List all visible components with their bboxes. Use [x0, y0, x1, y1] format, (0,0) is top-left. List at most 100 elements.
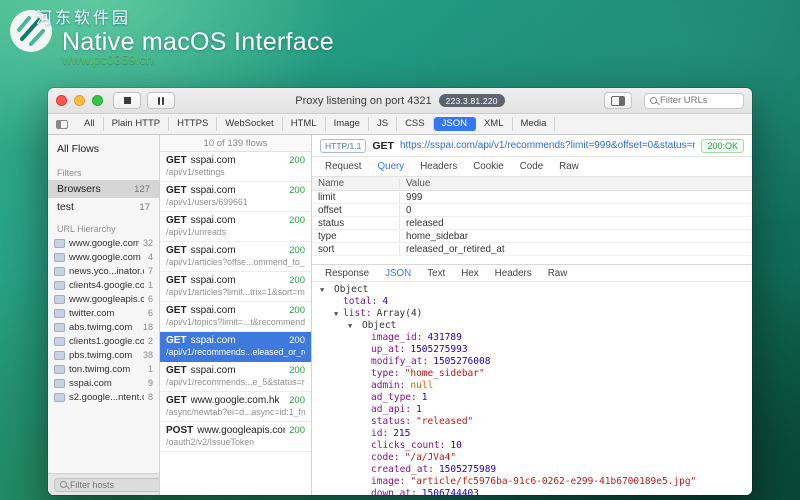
toggle-sidebar-button[interactable] [604, 92, 632, 109]
json-key: image [371, 476, 405, 487]
filter-tab[interactable]: CSS [397, 117, 434, 131]
url-icon [54, 252, 65, 262]
json-tree-row[interactable]: ▼modify_at1505276008 [312, 356, 752, 368]
json-tree-row[interactable]: ▼id215 [312, 428, 752, 440]
filter-tab[interactable]: Media [513, 117, 556, 131]
flow-row[interactable]: GET sspai.com 200 /api/v1/users/699661 [160, 182, 311, 212]
response-tab[interactable]: Hex [454, 266, 485, 281]
zoom-button[interactable] [92, 95, 103, 106]
query-rows: limit 999 offset 0 status released type … [312, 191, 752, 256]
host-label: news.yco...inator.com [69, 265, 144, 277]
query-row[interactable]: sort released_or_retired_at [312, 243, 752, 256]
json-tree-row[interactable]: ▼adminnull [312, 380, 752, 392]
query-row[interactable]: type home_sidebar [312, 230, 752, 243]
pause-recording-button[interactable] [147, 92, 175, 109]
flow-row[interactable]: POST www.googleapis.com 200 /oauth2/v2/I… [160, 422, 311, 452]
sidebar-item-all-flows[interactable]: All Flows [48, 138, 159, 160]
filter-urls-input[interactable] [660, 95, 738, 106]
sidebar-host-item[interactable]: abs.twimg.com 18 [48, 320, 159, 334]
json-tree-row[interactable]: ▼code"/a/JVa4" [312, 452, 752, 464]
flow-row[interactable]: GET www.google.com.hk 200 /async/newtab?… [160, 392, 311, 422]
query-row[interactable]: limit 999 [312, 191, 752, 204]
host-count: 18 [142, 322, 153, 332]
filter-item[interactable]: test 17 [48, 198, 159, 216]
filter-tab[interactable]: HTML [283, 117, 326, 131]
sidebar-host-item[interactable]: www.google.com 4 [48, 250, 159, 264]
filter-tab[interactable]: JS [369, 117, 398, 131]
request-url[interactable]: https://sspai.com/api/v1/recommends?limi… [400, 140, 696, 151]
json-tree-row[interactable]: ▼status"released" [312, 416, 752, 428]
request-tab[interactable]: Raw [552, 159, 586, 174]
sidebar-host-item[interactable]: news.yco...inator.com 7 [48, 264, 159, 278]
flow-row[interactable]: GET sspai.com 200 /api/v1/recommends...e… [160, 332, 311, 362]
flow-row[interactable]: GET sspai.com 200 /api/v1/settings [160, 152, 311, 182]
query-row[interactable]: status released [312, 217, 752, 230]
flow-row[interactable]: GET sspai.com 200 /api/v1/articles?limit… [160, 272, 311, 302]
minimize-button[interactable] [74, 95, 85, 106]
json-tree-row[interactable]: ▼clicks_count10 [312, 440, 752, 452]
json-tree-row[interactable]: ▼image"article/fc5976ba-91c6-0262-e299-4… [312, 476, 752, 488]
request-tab[interactable]: Headers [413, 159, 464, 174]
sidebar-host-item[interactable]: www.google.com.hk 32 [48, 236, 159, 250]
sidebar-host-item[interactable]: clients4.google.com 1 [48, 278, 159, 292]
json-tree-row[interactable]: ▼up_at1505275993 [312, 344, 752, 356]
response-tab[interactable]: JSON [378, 266, 418, 281]
flow-row[interactable]: GET sspai.com 200 /api/v1/articles?offse… [160, 242, 311, 272]
filter-urls-search[interactable] [644, 92, 744, 109]
flow-row[interactable]: GET sspai.com 200 /api/v1/unreads [160, 212, 311, 242]
query-param-name: sort [312, 243, 400, 255]
panel-toggle-icon[interactable] [56, 119, 68, 129]
disclosure-triangle-icon[interactable]: ▼ [334, 308, 343, 320]
json-tree-row[interactable]: ▼down_at1506744403 [312, 488, 752, 495]
sidebar-host-item[interactable]: clients1.google.com 2 [48, 334, 159, 348]
filter-tab[interactable]: Plain HTTP [104, 117, 170, 131]
disclosure-triangle-icon[interactable]: ▼ [320, 284, 329, 296]
json-tree-row[interactable]: ▼ad_api1 [312, 404, 752, 416]
query-row[interactable]: offset 0 [312, 204, 752, 217]
request-tab[interactable]: Code [513, 159, 550, 174]
flow-row[interactable]: GET sspai.com 200 /api/v1/topics?limit=.… [160, 302, 311, 332]
filter-item[interactable]: Browsers 127 [48, 180, 159, 198]
request-summary: HTTP/1.1 GET https://sspai.com/api/v1/re… [312, 135, 752, 157]
sidebar-host-item[interactable]: www.googleapis.com 6 [48, 292, 159, 306]
sidebar-host-item[interactable]: s2.google...ntent.com 8 [48, 390, 159, 404]
json-tree-row[interactable]: ▼type"home_sidebar" [312, 368, 752, 380]
flow-path: /api/v1/recommends...e_5&status=released [166, 377, 305, 387]
request-tab[interactable]: Request [318, 159, 369, 174]
sidebar-host-item[interactable]: twitter.com 6 [48, 306, 159, 320]
filter-tab[interactable]: WebSocket [217, 117, 283, 131]
stop-button[interactable] [113, 92, 141, 109]
disclosure-triangle-icon[interactable]: ▼ [348, 320, 357, 332]
response-tab[interactable]: Text [420, 266, 452, 281]
request-tab[interactable]: Query [371, 159, 412, 174]
json-tree-row[interactable]: ▼ad_type1 [312, 392, 752, 404]
json-tree-row[interactable]: ▼ Object [312, 320, 752, 332]
json-tree-row[interactable]: ▼image_id431789 [312, 332, 752, 344]
filter-tab[interactable]: Image [326, 117, 369, 131]
sidebar-host-item[interactable]: pbs.twimg.com 38 [48, 348, 159, 362]
filter-tab[interactable]: All [76, 117, 104, 131]
request-tab[interactable]: Cookie [466, 159, 511, 174]
sidebar-host-item[interactable]: ton.twimg.com 1 [48, 362, 159, 376]
json-tree-row[interactable]: ▼created_at1505275989 [312, 464, 752, 476]
json-key: list [343, 308, 372, 319]
filter-tab[interactable]: JSON [433, 117, 476, 131]
response-tab[interactable]: Raw [541, 266, 575, 281]
filter-hosts-input[interactable] [70, 479, 159, 490]
filter-tab[interactable]: XML [476, 117, 513, 131]
json-value: 1 [421, 392, 428, 403]
json-value: 215 [393, 428, 411, 439]
filter-hosts-search[interactable] [54, 477, 159, 492]
flow-row[interactable]: GET sspai.com 200 /api/v1/recommends...e… [160, 362, 311, 392]
close-button[interactable] [56, 95, 67, 106]
json-tree-row[interactable]: ▼ Object [312, 284, 752, 296]
desktop-background: Native macOS Interface 河东软件园 www.pc0359.… [0, 0, 800, 500]
filter-tab[interactable]: HTTPS [169, 117, 218, 131]
sidebar-host-item[interactable]: sspai.com 9 [48, 376, 159, 390]
response-tab[interactable]: Headers [488, 266, 539, 281]
query-param-name: limit [312, 191, 400, 203]
response-tab[interactable]: Response [318, 266, 376, 281]
json-tree-row[interactable]: ▼list Array(4) [312, 308, 752, 320]
json-tree-row[interactable]: ▼total4 [312, 296, 752, 308]
main-content: All Flows Filters Browsers 127 test 17 U… [48, 135, 752, 495]
